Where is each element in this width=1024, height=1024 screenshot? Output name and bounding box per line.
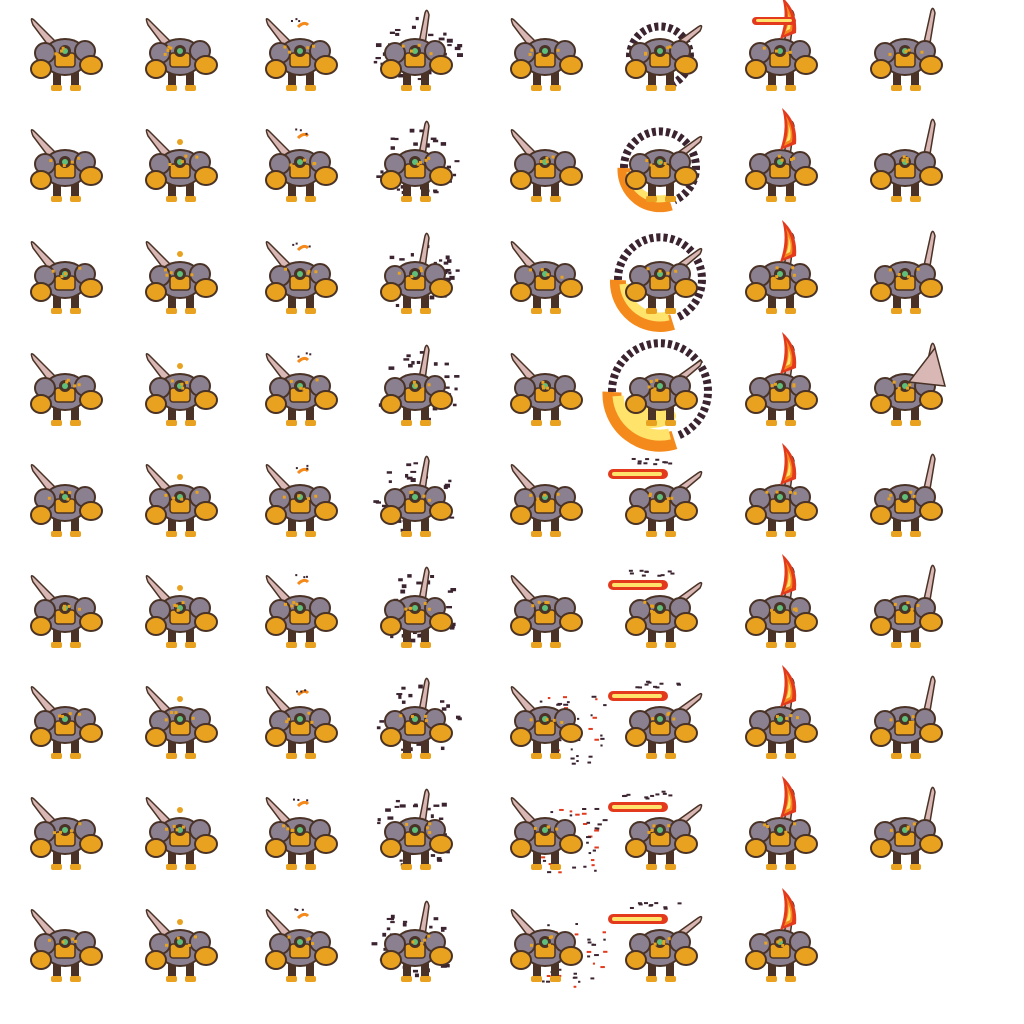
sprite-frame-c3-r4 — [265, 352, 338, 426]
sprite-frame-c4-r1 — [373, 9, 463, 91]
sprite-frame-c3-r8 — [265, 797, 338, 870]
sprite-frame-c8-r3 — [870, 230, 943, 314]
sprite-frame-c2-r5 — [145, 464, 218, 537]
sprite-frame-c5-r5 — [510, 464, 583, 537]
sprite-frame-c6-r7 — [608, 680, 703, 759]
sprite-frame-c1-r5 — [30, 464, 103, 537]
sprite-frame-c3-r5 — [265, 464, 338, 537]
sprite-frame-c5-r9 — [510, 909, 608, 988]
sprite-frame-c5-r2 — [510, 129, 583, 202]
sprite-frame-c4-r2 — [376, 120, 460, 202]
sprite-frame-c7-r9 — [745, 888, 818, 982]
sprite-frame-c2-r6 — [145, 575, 218, 648]
sprite-frame-c7-r4 — [745, 332, 818, 426]
sprite-frame-c4-r6 — [380, 566, 457, 648]
sprite-frame-c3-r2 — [265, 128, 338, 202]
sprite-frame-c3-r7 — [265, 686, 338, 759]
sprite-frame-c2-r7 — [145, 686, 218, 759]
sprite-frame-c7-r5 — [745, 443, 818, 537]
sprite-frame-c1-r6 — [30, 575, 103, 648]
sprite-frame-c8-r4 — [870, 342, 947, 426]
sprite-frame-c3-r1 — [265, 18, 338, 91]
sprite-frame-c5-r1 — [510, 18, 583, 91]
sprite-frame-c6-r8 — [608, 790, 703, 870]
sprite-frame-c1-r2 — [30, 129, 103, 202]
sprite-frame-c4-r4 — [378, 344, 460, 426]
sprite-frame-c8-r7 — [870, 675, 943, 759]
sprite-frame-c3-r3 — [265, 241, 338, 314]
sprite-frame-c7-r6 — [745, 554, 818, 648]
sprite-frame-c5-r4 — [510, 353, 583, 426]
sprite-frame-c7-r7 — [745, 665, 818, 759]
sprite-frame-c8-r2 — [870, 118, 943, 202]
sprite-frame-c6-r6 — [608, 569, 703, 648]
sprite-frame-c5-r3 — [510, 241, 583, 314]
sprite-frame-c6-r2 — [617, 127, 703, 213]
sprite-frame-c2-r3 — [145, 241, 218, 314]
sprite-frame-c8-r6 — [870, 564, 943, 648]
sprite-frame-c1-r4 — [30, 353, 103, 426]
sprite-frame-c4-r8 — [377, 788, 453, 870]
sprite-frame-c4-r9 — [371, 900, 453, 982]
sprite-frame-c2-r1 — [145, 18, 218, 91]
sprite-frame-c5-r8 — [510, 797, 608, 874]
sprite-frame-c7-r2 — [745, 108, 818, 202]
sprite-frame-c8-r8 — [870, 786, 943, 870]
sprite-sheet-canvas — [30, 0, 947, 988]
sprite-frame-c2-r4 — [145, 353, 218, 426]
sprite-frame-c8-r1 — [870, 7, 943, 91]
sprite-frame-c6-r9 — [608, 902, 703, 982]
sprite-frame-c7-r8 — [745, 776, 818, 870]
sprite-frame-c5-r7 — [510, 686, 607, 765]
sprite-sheet — [0, 0, 1024, 1024]
sprite-frame-c4-r7 — [376, 677, 462, 759]
sprite-frame-c3-r9 — [265, 908, 338, 982]
sprite-frame-c7-r3 — [745, 220, 818, 314]
sprite-frame-c6-r1 — [625, 22, 703, 91]
sprite-frame-c6-r3 — [609, 233, 706, 332]
sprite-frame-c1-r8 — [30, 797, 103, 870]
sprite-frame-c2-r8 — [145, 797, 218, 870]
sprite-frame-c7-r1 — [745, 0, 818, 91]
sprite-frame-c2-r2 — [145, 129, 218, 202]
sprite-frame-c6-r5 — [608, 457, 703, 537]
sprite-frame-c4-r3 — [380, 232, 460, 314]
sprite-frame-c5-r6 — [510, 575, 583, 648]
sprite-frame-c6-r4 — [602, 339, 712, 452]
sprite-frame-c1-r9 — [30, 909, 103, 982]
sprite-frame-c8-r5 — [870, 453, 943, 537]
sprite-frame-c1-r1 — [30, 18, 103, 91]
sprite-frame-c3-r6 — [265, 574, 338, 648]
sprite-frame-c4-r5 — [373, 455, 455, 537]
sprite-frame-c2-r9 — [145, 909, 218, 982]
sprite-frame-c1-r3 — [30, 241, 103, 314]
sprite-frame-c1-r7 — [30, 686, 103, 759]
